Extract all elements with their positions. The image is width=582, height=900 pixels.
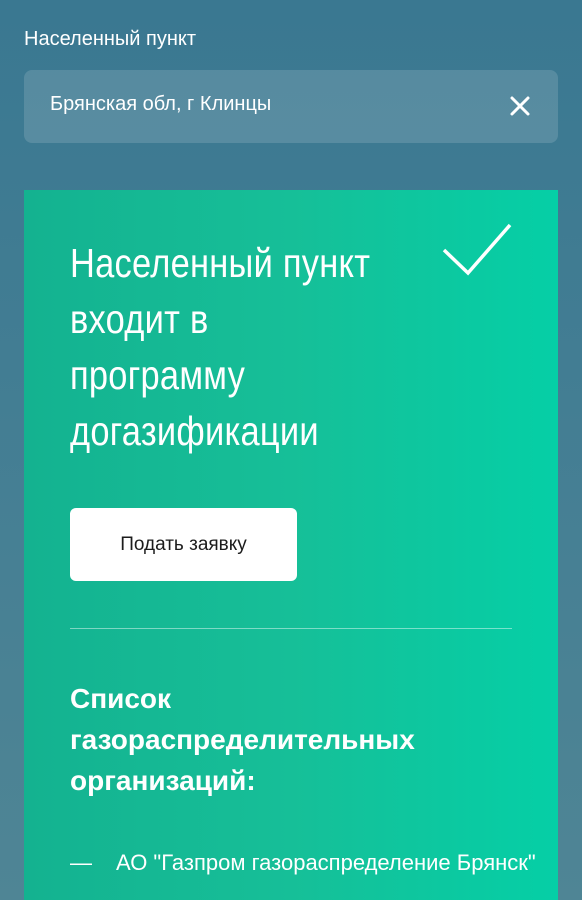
locality-field[interactable]: Брянская обл, г Клинцы [24,70,558,143]
checkmark-icon [441,222,513,280]
locality-label: Населенный пункт [24,28,197,50]
divider [70,628,512,629]
apply-button[interactable]: Подать заявку [70,508,297,581]
org-name: АО "Газпром газораспределение Брянск" [116,850,536,875]
result-card: Населенный пункт входит в программу дога… [24,190,558,900]
list-dash: — [70,850,92,875]
orgs-heading: Список газораспределительных организаций… [70,683,415,796]
locality-value[interactable]: Брянская обл, г Клинцы [50,93,271,116]
result-title: Населенный пункт входит в программу дога… [70,240,371,454]
close-icon[interactable] [508,94,532,118]
